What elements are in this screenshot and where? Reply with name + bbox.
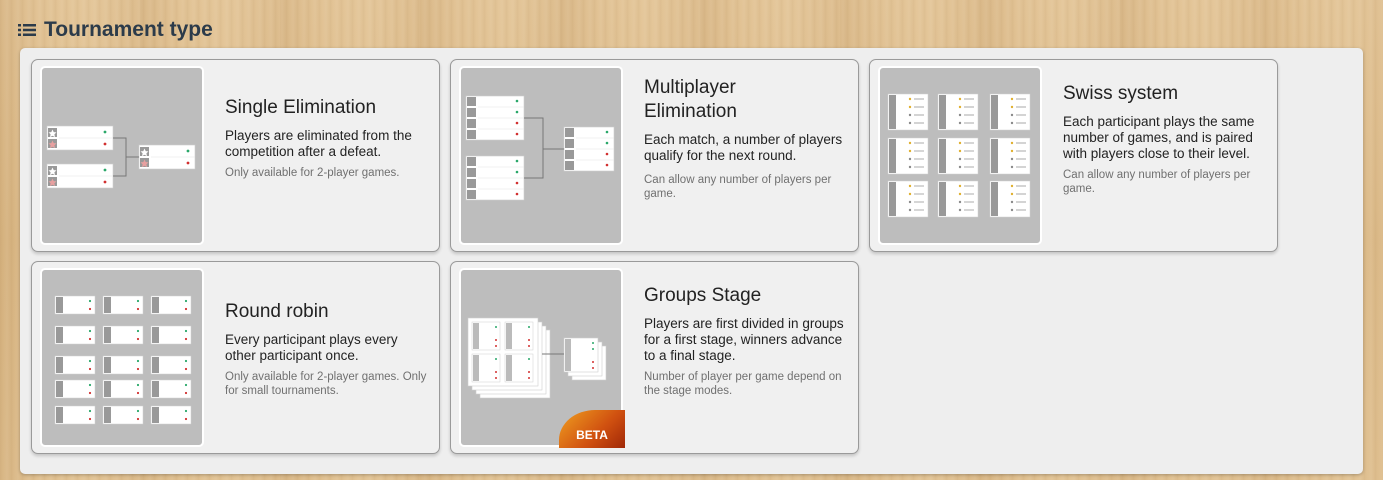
- tournament-type-panel: Single Elimination Players are eliminate…: [20, 48, 1363, 474]
- section-title: Tournament type: [44, 18, 213, 41]
- card-groups-stage[interactable]: Groups Stage Players are first divided i…: [450, 261, 859, 454]
- round-robin-thumbnail: [40, 268, 204, 447]
- card-multiplayer-elimination[interactable]: Multiplayer Elimination Each match, a nu…: [450, 59, 859, 252]
- card-description: Each match, a number of players qualify …: [644, 132, 843, 163]
- card-title: Swiss system: [1063, 83, 1179, 104]
- card-title: Round robin: [225, 301, 329, 322]
- card-note: Number of player per game depend on the …: [644, 371, 842, 397]
- card-note: Can allow any number of players per game…: [1063, 169, 1251, 195]
- card-description: Every participant plays every other part…: [225, 332, 398, 363]
- card-title: Single Elimination: [225, 97, 377, 118]
- card-note: Only available for 2-player games. Only …: [225, 371, 427, 397]
- card-swiss-system[interactable]: Swiss system Each participant plays the …: [869, 59, 1278, 252]
- multiplayer-elimination-thumbnail: [459, 66, 623, 245]
- card-title: Multiplayer Elimination: [644, 77, 737, 122]
- swiss-system-thumbnail: [878, 66, 1042, 245]
- card-description: Players are eliminated from the competit…: [225, 128, 412, 159]
- list-icon: [18, 23, 36, 37]
- card-description: Players are first divided in groups for …: [644, 316, 844, 363]
- card-note: Only available for 2-player games.: [225, 167, 400, 179]
- card-note: Can allow any number of players per game…: [644, 174, 832, 200]
- section-header: Tournament type: [18, 14, 213, 46]
- card-title: Groups Stage: [644, 285, 762, 306]
- card-round-robin[interactable]: Round robin Every participant plays ever…: [31, 261, 440, 454]
- card-description: Each participant plays the same number o…: [1063, 114, 1255, 161]
- card-single-elimination[interactable]: Single Elimination Players are eliminate…: [31, 59, 440, 252]
- single-elimination-thumbnail: [40, 66, 204, 245]
